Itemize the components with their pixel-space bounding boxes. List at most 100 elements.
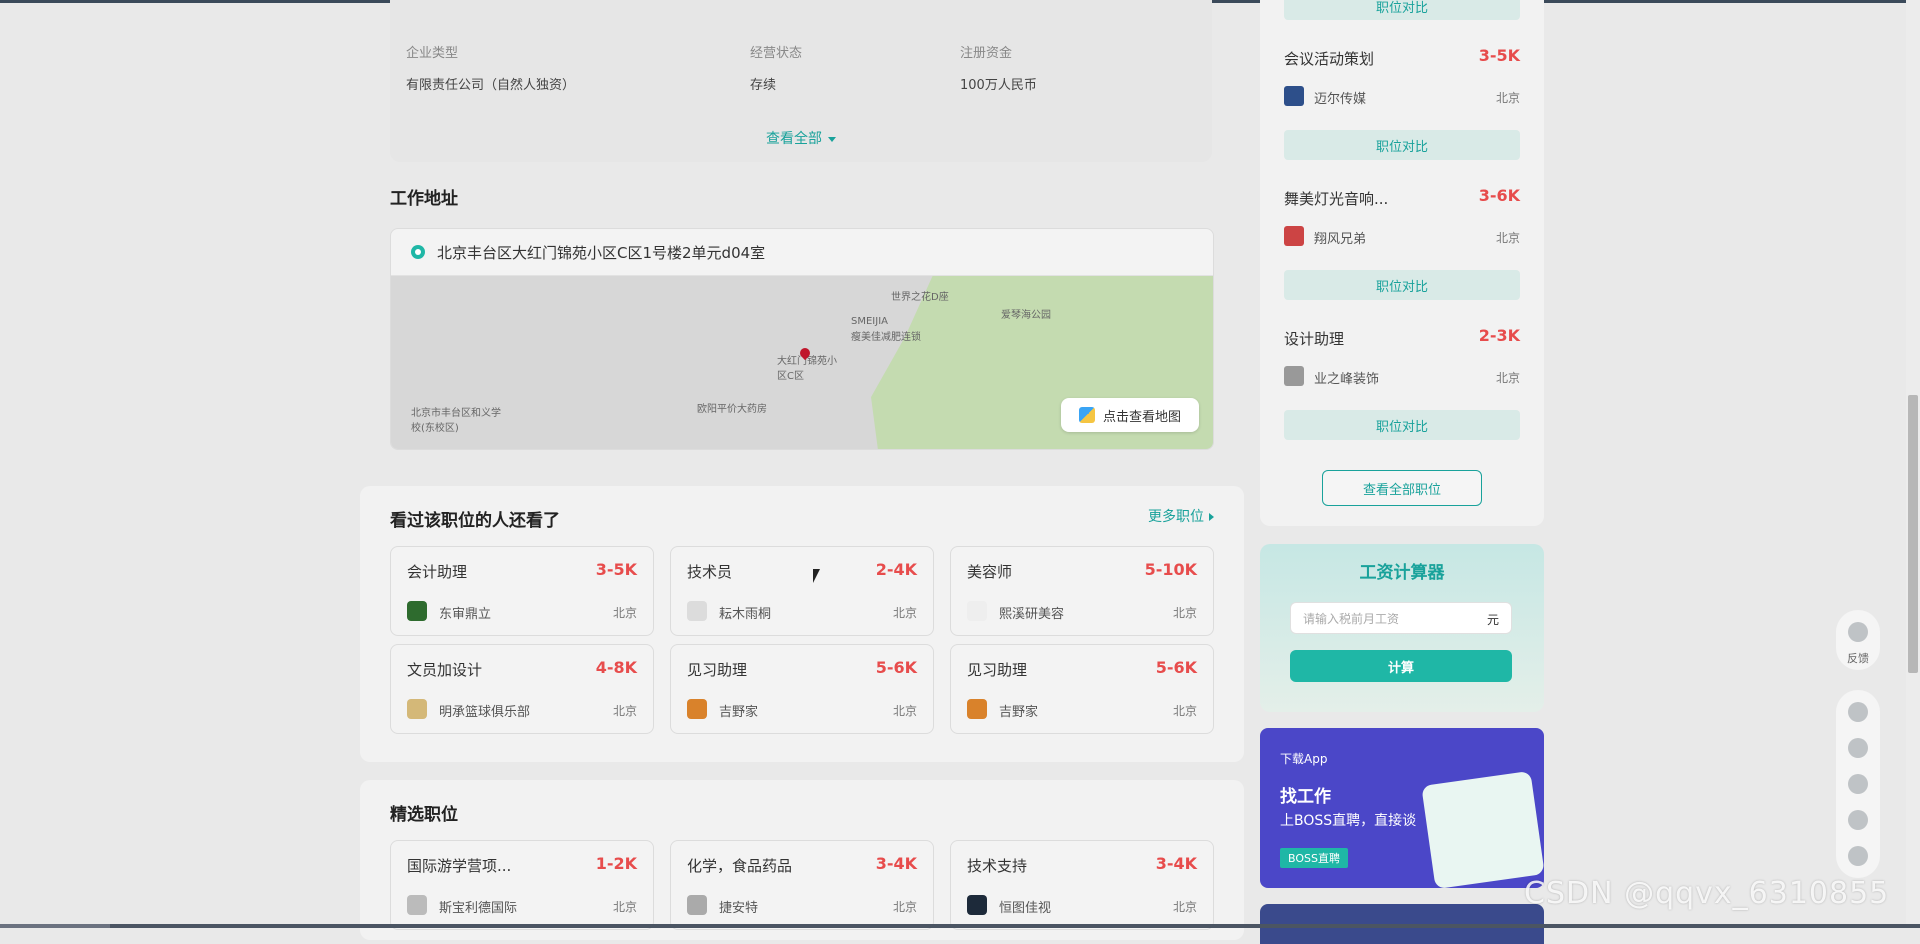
- job-salary: 3-5K: [1478, 46, 1520, 65]
- feedback-icon: [1848, 622, 1868, 642]
- map-label: 瘦美佳减肥连锁: [851, 332, 921, 343]
- open-map-label: 点击查看地图: [1102, 409, 1181, 425]
- job-salary: 3-4K: [875, 854, 917, 873]
- job-salary: 4-8K: [595, 658, 637, 677]
- job-city: 北京: [1495, 91, 1520, 105]
- view-all-company-info-link[interactable]: 查看全部: [390, 128, 1212, 148]
- job-card[interactable]: 化学，食品药品 3-4K 捷安特 北京: [670, 840, 934, 930]
- job-company: 翔风兄弟: [1314, 232, 1367, 247]
- job-title[interactable]: 设计助理: [1284, 328, 1344, 349]
- caret-down-icon: [828, 136, 836, 142]
- compare-job-button[interactable]: 职位对比: [1284, 270, 1520, 300]
- more-jobs-label: 更多职位: [1148, 509, 1204, 525]
- company-status-value: 存续: [750, 78, 777, 93]
- bottom-bar-segment: [0, 924, 110, 928]
- job-salary: 3-5K: [595, 560, 637, 579]
- job-title[interactable]: 会议活动策划: [1284, 48, 1374, 69]
- job-title: 见习助理: [687, 661, 748, 679]
- job-company: 迈尔传媒: [1314, 92, 1367, 107]
- job-city: 北京: [612, 900, 637, 914]
- address-line: 北京丰台区大红门锦苑小区C区1号楼2单元d04室: [391, 229, 1213, 276]
- user-add-icon[interactable]: [1848, 810, 1868, 830]
- company-logo-icon: [967, 601, 987, 621]
- job-salary: 2-4K: [875, 560, 917, 579]
- job-salary: 1-2K: [595, 854, 637, 873]
- company-logo-icon: [967, 895, 987, 915]
- job-company: 明承篮球俱乐部: [439, 705, 531, 720]
- address-text: 北京丰台区大红门锦苑小区C区1号楼2单元d04室: [437, 243, 766, 262]
- view-all-jobs-button[interactable]: 查看全部职位: [1322, 470, 1482, 506]
- company-logo-icon: [407, 601, 427, 621]
- map-preview[interactable]: 世界之花D座 爱琴海公园 SMEIJIA 瘦美佳减肥连锁 大红门锦苑小区C区 欧…: [391, 276, 1213, 449]
- salary-input-placeholder: 请输入税前月工资: [1303, 611, 1400, 626]
- salary-input[interactable]: 请输入税前月工资 元: [1290, 602, 1512, 634]
- job-title: 见习助理: [967, 661, 1028, 679]
- job-title: 会计助理: [407, 563, 468, 581]
- map-label: SMEIJIA: [851, 316, 888, 327]
- job-title: 美容师: [967, 563, 1013, 581]
- similar-jobs-panel: 职位对比 会议活动策划 3-5K 迈尔传媒 北京 职位对比 舞美灯光音响... …: [1260, 0, 1544, 526]
- job-card[interactable]: 会计助理 3-5K 东审鼎立 北京: [390, 546, 654, 636]
- job-card[interactable]: 美容师 5-10K 熙溪研美容 北京: [950, 546, 1214, 636]
- company-logo-icon: [967, 699, 987, 719]
- illustration-paper: [1421, 770, 1544, 888]
- job-title: 化学，食品药品: [687, 857, 793, 875]
- map-icon: [1078, 407, 1095, 423]
- job-card[interactable]: 文员加设计 4-8K 明承篮球俱乐部 北京: [390, 644, 654, 734]
- send-icon[interactable]: [1848, 774, 1868, 794]
- map-label: 北京市丰台区和义学校(东校区): [411, 408, 501, 434]
- collapse-left-icon[interactable]: [1848, 846, 1868, 866]
- salary-calculator: 工资计算器 请输入税前月工资 元 计算: [1260, 544, 1544, 712]
- compare-job-button[interactable]: 职位对比: [1284, 0, 1520, 20]
- location-pin-icon: [411, 245, 425, 259]
- map-label: 世界之花D座: [891, 292, 949, 303]
- scrollbar[interactable]: [1906, 0, 1920, 924]
- open-map-button[interactable]: 点击查看地图: [1061, 398, 1199, 432]
- feedback-widget[interactable]: 反馈: [1836, 610, 1880, 670]
- app-download-banner[interactable]: 下载App 找工作 上BOSS直聘，直接谈 BOSS直聘: [1260, 728, 1544, 888]
- company-type-label: 企业类型: [406, 46, 459, 61]
- job-company: 耘木雨桐: [719, 607, 772, 622]
- job-card[interactable]: 见习助理 5-6K 吉野家 北京: [670, 644, 934, 734]
- job-city: 北京: [612, 704, 637, 718]
- calculator-title: 工资计算器: [1359, 563, 1445, 583]
- job-city: 北京: [892, 704, 917, 718]
- job-salary: 3-4K: [1155, 854, 1197, 873]
- company-type-value: 有限责任公司（自然人独资）: [406, 78, 576, 93]
- company-logo-icon: [1284, 86, 1304, 106]
- job-salary: 5-6K: [875, 658, 917, 677]
- scrollbar-thumb[interactable]: [1908, 395, 1918, 673]
- chat-icon[interactable]: [1848, 738, 1868, 758]
- map-label: 爱琴海公园: [1001, 310, 1051, 321]
- download-app-label: 下载App: [1280, 752, 1328, 766]
- job-city: 北京: [1172, 900, 1197, 914]
- job-salary: 3-6K: [1478, 186, 1520, 205]
- company-status-label: 经营状态: [750, 46, 803, 61]
- view-all-jobs-label: 查看全部职位: [1362, 482, 1441, 498]
- mouse-cursor-icon: [813, 569, 820, 583]
- job-card[interactable]: 国际游学营项... 1-2K 斯宝利德国际 北京: [390, 840, 654, 930]
- job-company: 吉野家: [719, 705, 759, 720]
- job-card[interactable]: 见习助理 5-6K 吉野家 北京: [950, 644, 1214, 734]
- company-capital-label: 注册资金: [960, 46, 1013, 61]
- job-company: 斯宝利德国际: [439, 901, 518, 916]
- compare-job-button[interactable]: 职位对比: [1284, 130, 1520, 160]
- also-viewed-section: 看过该职位的人还看了 更多职位 会计助理 3-5K 东审鼎立 北京 技术员 2-…: [360, 486, 1244, 762]
- calculate-button[interactable]: 计算: [1290, 650, 1512, 682]
- job-salary: 5-10K: [1144, 560, 1197, 579]
- banner-slogan: 上BOSS直聘，直接谈: [1280, 813, 1417, 829]
- job-card[interactable]: 技术支持 3-4K 恒图佳视 北京: [950, 840, 1214, 930]
- more-jobs-link[interactable]: 更多职位: [1148, 506, 1214, 526]
- job-title[interactable]: 舞美灯光音响...: [1284, 188, 1388, 209]
- job-city: 北京: [892, 900, 917, 914]
- heart-icon[interactable]: [1848, 702, 1868, 722]
- job-city: 北京: [1495, 371, 1520, 385]
- company-info-panel: 企业类型 有限责任公司（自然人独资） 经营状态 存续 注册资金 100万人民币 …: [390, 0, 1212, 162]
- job-card[interactable]: 技术员 2-4K 耘木雨桐 北京: [670, 546, 934, 636]
- compare-job-button[interactable]: 职位对比: [1284, 410, 1520, 440]
- company-logo-icon: [687, 895, 707, 915]
- job-city: 北京: [1172, 704, 1197, 718]
- featured-jobs-section: 精选职位 国际游学营项... 1-2K 斯宝利德国际 北京 化学，食品药品 3-…: [360, 780, 1244, 940]
- job-company: 东审鼎立: [439, 607, 492, 622]
- company-logo-icon: [1284, 226, 1304, 246]
